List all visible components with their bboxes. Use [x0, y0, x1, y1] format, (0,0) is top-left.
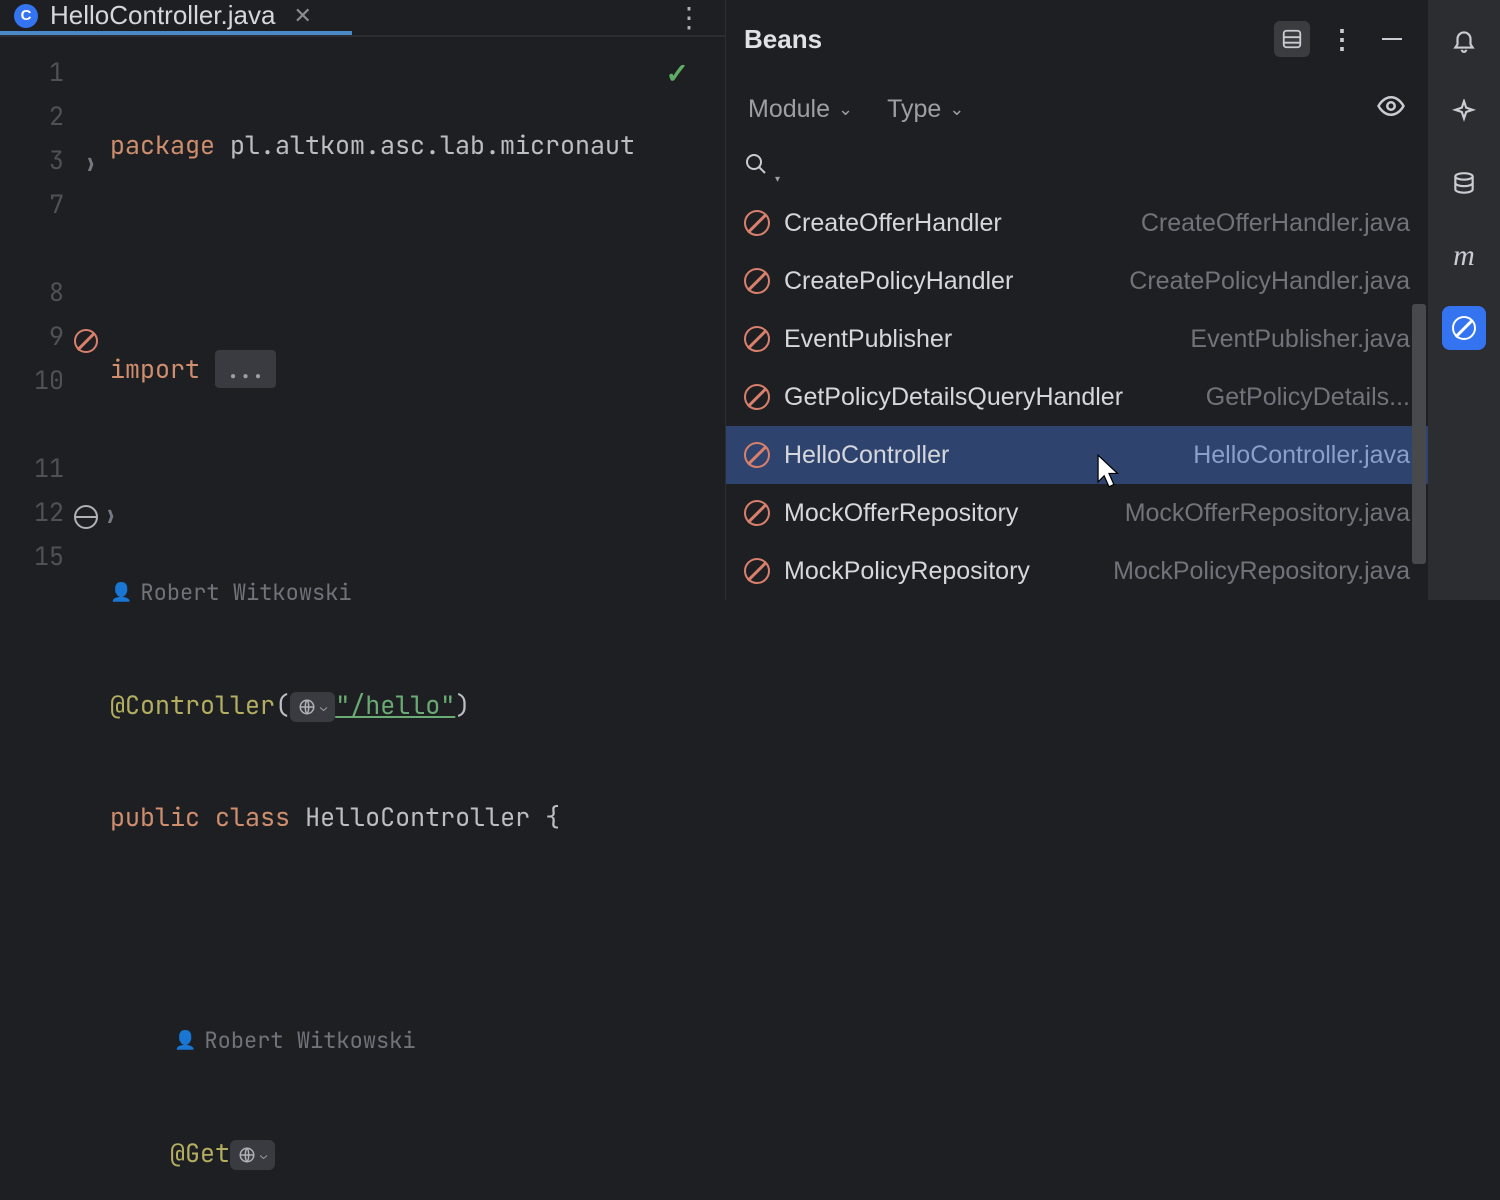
url-mapping-icon[interactable]: ⌄: [230, 1140, 275, 1170]
bean-file: EventPublisher.java: [1190, 325, 1410, 354]
bean-file: GetPolicyDetails...: [1206, 383, 1410, 412]
panel-filters: Module⌄ Type⌄: [726, 78, 1428, 140]
line-number: [0, 407, 110, 451]
view-mode-icon[interactable]: [1274, 21, 1310, 57]
bean-name: CreateOfferHandler: [784, 209, 1127, 238]
editor-tabbar: C HelloController.java ✕ ⋮: [0, 0, 725, 37]
bean-list-item[interactable]: HelloController HelloController.java: [726, 426, 1428, 484]
ai-assistant-icon[interactable]: [1442, 90, 1486, 134]
tab-menu-button[interactable]: ⋮: [675, 0, 705, 35]
search-icon[interactable]: [744, 152, 768, 183]
bean-icon: [744, 384, 770, 410]
panel-title: Beans: [744, 24, 822, 55]
scrollbar[interactable]: [1412, 304, 1426, 600]
bean-name: MockOfferRepository: [784, 499, 1111, 528]
bean-list-item[interactable]: GetPolicyDetailsQueryHandler GetPolicyDet…: [726, 368, 1428, 426]
endpoint-gutter-icon[interactable]: [74, 505, 98, 529]
eye-icon[interactable]: [1376, 91, 1406, 128]
beans-toolwindow: Beans ⋮ Module⌄ Type⌄ CreateOfferHandler…: [725, 0, 1428, 600]
line-number: 12 ❯: [0, 495, 110, 539]
tab-title: HelloController.java: [50, 0, 275, 31]
bean-icon: [744, 210, 770, 236]
person-icon: 👤: [174, 1019, 196, 1063]
bean-name: MockPolicyRepository: [784, 557, 1099, 586]
code-author-hint: 👤Robert Witkowski: [110, 1019, 725, 1063]
url-mapping-icon[interactable]: ⌄: [290, 692, 335, 722]
editor-tab[interactable]: C HelloController.java ✕: [0, 0, 352, 35]
bean-name: CreatePolicyHandler: [784, 267, 1115, 296]
fold-toggle-icon[interactable]: ❯: [85, 154, 96, 177]
maven-icon[interactable]: m: [1442, 234, 1486, 278]
line-number: 8: [0, 275, 110, 319]
line-number: [0, 231, 110, 275]
panel-options-icon[interactable]: ⋮: [1324, 21, 1360, 57]
folded-region[interactable]: ...: [215, 350, 276, 388]
bean-icon: [744, 442, 770, 468]
bean-list-item[interactable]: CreatePolicyHandler CreatePolicyHandler.j…: [726, 252, 1428, 310]
close-icon[interactable]: ✕: [293, 3, 311, 29]
bean-file: HelloController.java: [1193, 441, 1410, 470]
code-editor[interactable]: ✓ 1 2 3 ❯ 7 8 9 10 11 12 ❯ 15: [0, 37, 725, 1200]
filter-module[interactable]: Module⌄: [748, 95, 853, 124]
code-content[interactable]: package pl.altkom.asc.lab.micronaut impo…: [110, 37, 725, 1200]
bean-file: MockOfferRepository.java: [1125, 499, 1410, 528]
bean-gutter-icon[interactable]: [74, 329, 98, 353]
panel-header: Beans ⋮: [726, 0, 1428, 78]
filter-type[interactable]: Type⌄: [887, 95, 964, 124]
file-type-icon: C: [14, 4, 38, 28]
scrollbar-thumb[interactable]: [1412, 304, 1426, 564]
editor-gutter: 1 2 3 ❯ 7 8 9 10 11 12 ❯ 15: [0, 37, 110, 1200]
line-number: 2: [0, 99, 110, 143]
line-number: 3 ❯: [0, 143, 110, 187]
bean-icon: [744, 268, 770, 294]
beans-tool-icon[interactable]: [1442, 306, 1486, 350]
bean-list-item[interactable]: EventPublisher EventPublisher.java: [726, 310, 1428, 368]
minimize-icon[interactable]: [1374, 21, 1410, 57]
bean-name: HelloController: [784, 441, 1179, 470]
person-icon: 👤: [110, 571, 132, 615]
database-icon[interactable]: [1442, 162, 1486, 206]
line-number: 1: [0, 55, 110, 99]
line-number: 10: [0, 363, 110, 407]
bean-list-item[interactable]: MockPolicyRepository MockPolicyRepository…: [726, 542, 1428, 600]
bean-icon: [744, 500, 770, 526]
right-toolbar: m: [1428, 0, 1500, 600]
bean-file: CreatePolicyHandler.java: [1129, 267, 1410, 296]
bean-name: GetPolicyDetailsQueryHandler: [784, 383, 1192, 412]
bean-name: EventPublisher: [784, 325, 1176, 354]
line-number: 7: [0, 187, 110, 231]
line-number: 9: [0, 319, 110, 363]
panel-search[interactable]: [726, 140, 1428, 194]
line-number: 15: [0, 539, 110, 583]
code-author-hint: 👤Robert Witkowski: [110, 571, 725, 615]
bean-icon: [744, 558, 770, 584]
line-number: 11: [0, 451, 110, 495]
bean-file: MockPolicyRepository.java: [1113, 557, 1410, 586]
bean-icon: [744, 326, 770, 352]
bean-file: CreateOfferHandler.java: [1141, 209, 1410, 238]
bean-list-item[interactable]: CreateOfferHandler CreateOfferHandler.jav…: [726, 194, 1428, 252]
bean-list-item[interactable]: MockOfferRepository MockOfferRepository.j…: [726, 484, 1428, 542]
notifications-icon[interactable]: [1442, 18, 1486, 62]
bean-list[interactable]: CreateOfferHandler CreateOfferHandler.jav…: [726, 194, 1428, 600]
